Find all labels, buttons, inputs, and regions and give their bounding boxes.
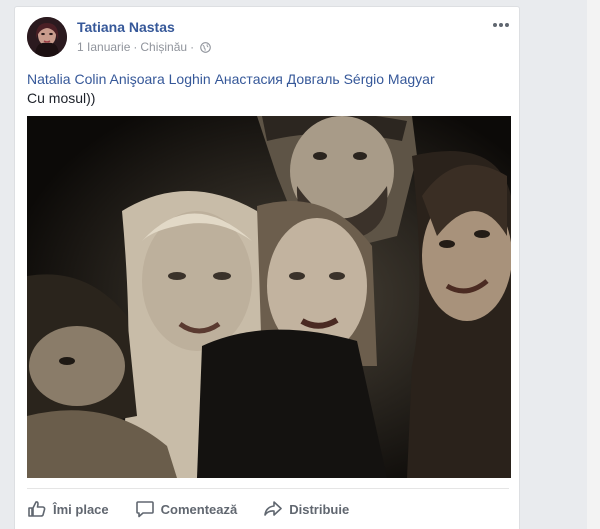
meta-separator: ·	[133, 40, 138, 54]
tagged-person[interactable]: Анастасия Довгаль	[215, 71, 340, 87]
post-card: Tatiana Nastas 1 Ianuarie · Chișinău · N…	[14, 6, 520, 529]
more-options-icon[interactable]	[491, 19, 511, 31]
author-avatar[interactable]	[27, 17, 67, 57]
comment-button[interactable]: Comentează	[135, 499, 238, 519]
tagged-person[interactable]: Natalia Colin	[27, 71, 106, 87]
tagged-person[interactable]: Sérgio Magyar	[344, 71, 435, 87]
post-date[interactable]: 1 Ianuarie	[77, 40, 130, 54]
post-meta: 1 Ianuarie · Chișinău ·	[77, 40, 211, 54]
post-message: Cu mosul))	[27, 90, 96, 106]
share-label: Distribuie	[289, 501, 350, 517]
author-name[interactable]: Tatiana Nastas	[77, 19, 175, 35]
tagged-person[interactable]: Anişoara Loghin	[110, 71, 211, 87]
globe-icon[interactable]	[200, 41, 211, 53]
like-label: Îmi place	[53, 501, 109, 517]
post-text: Natalia Colin Anişoara Loghin Анастасия …	[27, 70, 507, 108]
share-button[interactable]: Distribuie	[263, 499, 349, 519]
post-photo[interactable]	[27, 116, 511, 478]
actions-divider	[27, 488, 509, 489]
comment-bubble-icon	[135, 501, 154, 518]
thumbs-up-icon	[28, 501, 46, 517]
post-actions-bar: Îmi place Comentează Distribuie	[27, 495, 509, 523]
like-button[interactable]: Îmi place	[27, 499, 109, 519]
meta-separator: ·	[190, 40, 195, 54]
comment-label: Comentează	[160, 501, 238, 517]
post-location[interactable]: Chișinău	[140, 40, 187, 54]
share-arrow-icon	[264, 501, 283, 516]
tagged-people: Natalia Colin Anişoara Loghin Анастасия …	[27, 70, 507, 89]
page-scrollbar[interactable]	[587, 0, 600, 529]
